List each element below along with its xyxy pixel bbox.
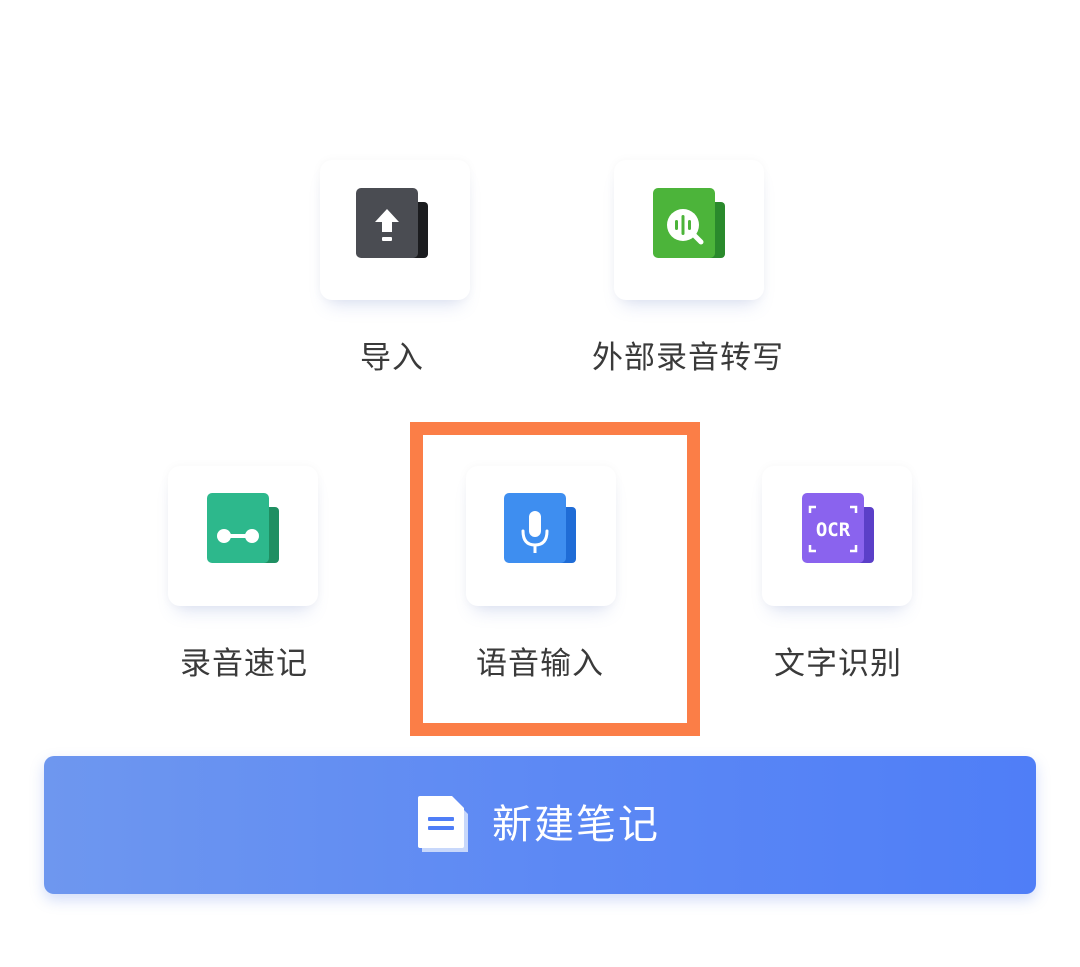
highlight-frame — [410, 422, 700, 736]
ocr-icon-text: OCR — [816, 519, 851, 541]
ocr-icon: OCR — [802, 493, 874, 565]
new-note-button[interactable]: 新建笔记 — [44, 756, 1036, 894]
record-shorthand-label: 录音速记 — [180, 646, 308, 682]
upload-icon — [356, 188, 428, 260]
audio-search-icon — [653, 188, 725, 260]
ocr-label: 文字识别 — [774, 646, 902, 682]
document-icon — [416, 796, 472, 856]
new-note-label: 新建笔记 — [492, 802, 660, 848]
tape-icon — [207, 493, 279, 565]
external-transcribe-label: 外部录音转写 — [592, 340, 784, 376]
import-label: 导入 — [360, 340, 424, 376]
